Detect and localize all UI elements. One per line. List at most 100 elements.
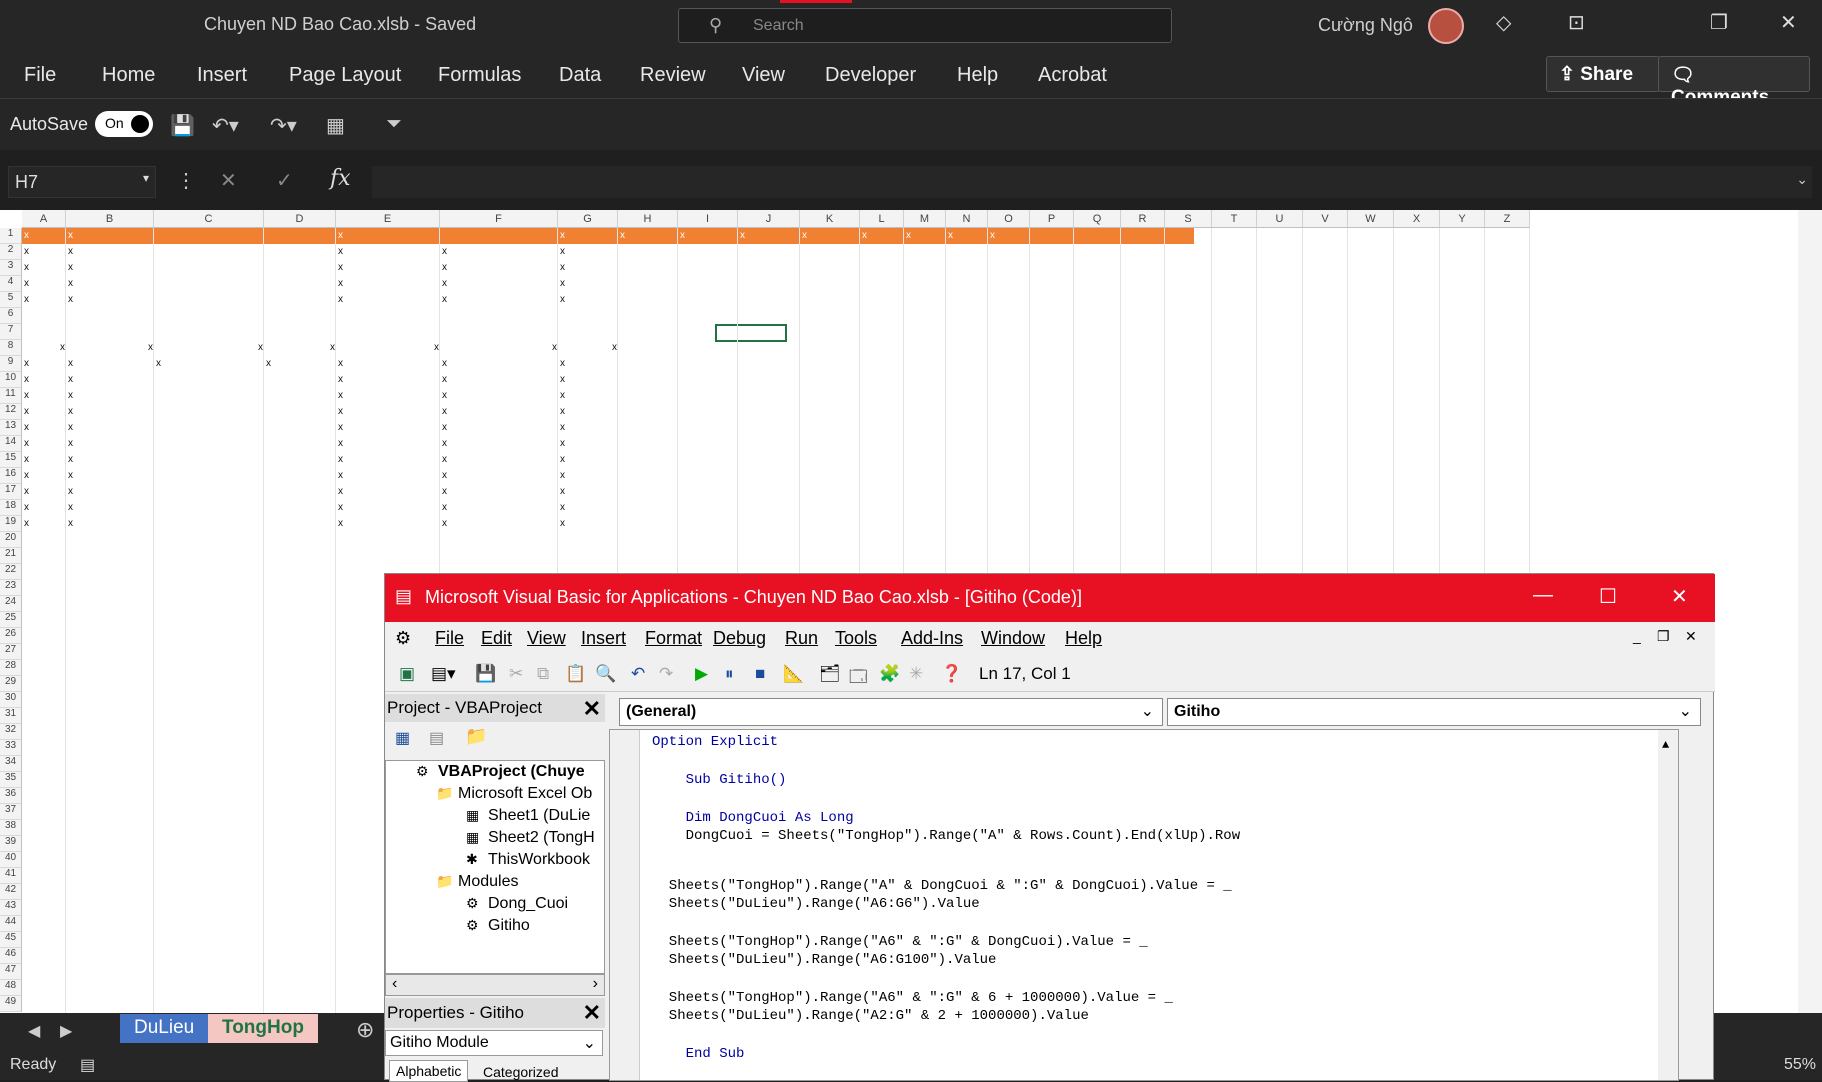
cell[interactable]: x [802, 230, 859, 241]
cell[interactable]: x [442, 502, 557, 513]
project-explorer-icon[interactable]: 🗂 [819, 664, 841, 684]
tab-view[interactable]: View [742, 64, 785, 87]
cell[interactable]: x [24, 502, 65, 513]
row-header[interactable]: 30 [0, 692, 22, 708]
column-header[interactable]: E [336, 210, 440, 228]
cell[interactable]: x [442, 518, 557, 529]
row-header[interactable]: 49 [0, 996, 22, 1012]
row-header[interactable]: 12 [0, 404, 22, 420]
tab-insert[interactable]: Insert [197, 64, 247, 87]
code-line[interactable]: Option Explicit [652, 734, 778, 750]
save-icon[interactable]: 💾 [475, 664, 496, 684]
vba-menu-add-ins[interactable]: Add-Ins [901, 628, 963, 649]
tab-acrobat[interactable]: Acrobat [1038, 64, 1107, 87]
column-header[interactable]: G [558, 210, 618, 228]
column-header[interactable]: F [440, 210, 558, 228]
row-header[interactable]: 47 [0, 964, 22, 980]
cell[interactable]: x [442, 374, 557, 385]
code-line[interactable]: Dim DongCuoi As Long [652, 810, 854, 826]
cell[interactable]: x [338, 294, 439, 305]
cell[interactable]: x [338, 358, 439, 369]
cell[interactable]: x [862, 230, 903, 241]
cell[interactable]: x [442, 342, 557, 353]
row-header[interactable]: 48 [0, 980, 22, 996]
tab-review[interactable]: Review [640, 64, 706, 87]
undo-icon[interactable]: ↶ [631, 664, 645, 684]
row-header[interactable]: 9 [0, 356, 22, 372]
vba-menu-run[interactable]: Run [785, 628, 818, 649]
view-object-icon[interactable]: ▤ [429, 728, 444, 748]
cell[interactable]: x [24, 262, 65, 273]
row-header[interactable]: 33 [0, 740, 22, 756]
cell[interactable]: x [156, 342, 263, 353]
paste-icon[interactable]: 📋 [565, 664, 586, 684]
cell[interactable]: x [442, 470, 557, 481]
cell[interactable]: x [24, 246, 65, 257]
selected-cell-h7[interactable] [715, 324, 787, 342]
cell[interactable]: x [68, 454, 153, 465]
vba-menu-debug[interactable]: Debug [713, 628, 766, 649]
cell[interactable]: x [338, 406, 439, 417]
row-header[interactable]: 7 [0, 324, 22, 340]
scroll-up-icon[interactable]: ▲ [1662, 738, 1669, 752]
toolbox-icon[interactable]: ✳ [909, 664, 923, 684]
row-header[interactable]: 2 [0, 244, 22, 260]
tab-file[interactable]: File [24, 64, 56, 87]
cell[interactable]: x [266, 342, 335, 353]
cell[interactable]: x [338, 390, 439, 401]
insert-userform-icon[interactable]: ▤▾ [431, 664, 456, 684]
row-header[interactable]: 20 [0, 532, 22, 548]
name-box[interactable]: H7 ▾ [8, 166, 156, 198]
cell[interactable]: x [68, 342, 153, 353]
cell[interactable]: x [68, 438, 153, 449]
vba-menu-insert[interactable]: Insert [581, 628, 626, 649]
code-line[interactable]: Sheets("TongHop").Range("A6" & ":G" & 6 … [652, 990, 1173, 1006]
close-props-icon[interactable]: ✕ [583, 1000, 601, 1026]
row-header[interactable]: 18 [0, 500, 22, 516]
tab-categorized[interactable]: Categorized [477, 1062, 565, 1082]
column-header[interactable]: H [618, 210, 678, 228]
toggle-folders-icon[interactable]: 📁 [465, 726, 487, 747]
cell[interactable]: x [68, 262, 153, 273]
cell[interactable]: x [948, 230, 987, 241]
cell[interactable]: x [560, 262, 617, 273]
row-header[interactable]: 15 [0, 452, 22, 468]
cell[interactable]: x [442, 454, 557, 465]
cell[interactable]: x [442, 294, 557, 305]
zoom-level[interactable]: 55% [1784, 1056, 1816, 1074]
cell[interactable]: x [68, 518, 153, 529]
tab-home[interactable]: Home [102, 64, 155, 87]
row-header[interactable]: 37 [0, 804, 22, 820]
search-box[interactable]: ⚲ Search [678, 8, 1172, 43]
cell[interactable]: x [338, 438, 439, 449]
sheet1-node[interactable]: Sheet1 (DuLie [488, 807, 590, 825]
mdi-close-icon[interactable]: ✕ [1685, 628, 1697, 645]
autosave-toggle[interactable]: On [95, 111, 153, 137]
horizontal-scrollbar[interactable]: ‹ › [385, 974, 605, 996]
properties-icon[interactable]: 🗔 [849, 664, 867, 693]
cell[interactable]: x [442, 422, 557, 433]
vba-menu-help[interactable]: Help [1065, 628, 1102, 649]
save-icon[interactable]: 💾 [170, 113, 195, 138]
modules-node[interactable]: Modules [458, 873, 518, 891]
tab-tonghop[interactable]: TongHop [208, 1014, 318, 1043]
row-header[interactable]: 28 [0, 660, 22, 676]
row-header[interactable]: 34 [0, 756, 22, 772]
column-header[interactable]: S [1165, 210, 1212, 228]
cell[interactable]: x [560, 390, 617, 401]
cell[interactable]: x [338, 230, 439, 241]
cell[interactable]: x [442, 390, 557, 401]
cell[interactable]: x [68, 422, 153, 433]
vba-menu-window[interactable]: Window [981, 628, 1045, 649]
mdi-minimize-icon[interactable]: _ [1633, 628, 1641, 644]
cell[interactable]: x [560, 278, 617, 289]
module-dong-cuoi[interactable]: Dong_Cuoi [488, 895, 568, 913]
tab-help[interactable]: Help [957, 64, 998, 87]
row-header[interactable]: 45 [0, 932, 22, 948]
row-header[interactable]: 23 [0, 580, 22, 596]
cell[interactable]: x [338, 278, 439, 289]
column-header[interactable]: K [800, 210, 860, 228]
cell[interactable]: x [338, 470, 439, 481]
tab-data[interactable]: Data [559, 64, 601, 87]
cell[interactable]: x [68, 406, 153, 417]
